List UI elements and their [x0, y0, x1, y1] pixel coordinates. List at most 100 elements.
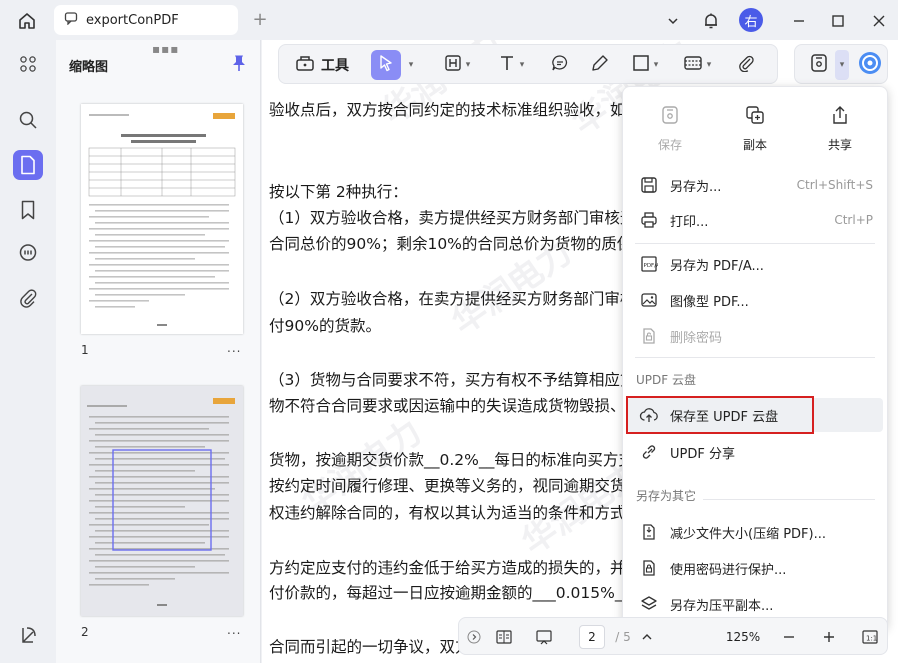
zoom-out-icon[interactable]	[779, 626, 799, 648]
tools-button[interactable]: 工具	[287, 50, 357, 80]
close-icon[interactable]	[866, 8, 892, 34]
panel-title: 缩略图	[69, 60, 109, 75]
doc-line: （1）双方验收合格，卖方提供经买方财务部门审核无误的全	[269, 209, 682, 227]
menu-save-as-label: 另存为...	[670, 179, 722, 195]
menu-flatten-copy-label: 另存为压平副本...	[670, 598, 774, 614]
menu-protect-password-label: 使用密码进行保护...	[670, 562, 787, 578]
bookmark-icon[interactable]	[13, 195, 43, 225]
doc-line: 物不符合合同要求或因运输中的失误造成货物毁损、灭失	[269, 397, 657, 415]
page-nav-bar: 2 / 5 125% 1:1	[458, 617, 888, 655]
menu-remove-password[interactable]: 删除密码	[627, 319, 883, 353]
menu-share-button[interactable]: 共享	[810, 105, 870, 153]
page-thumbnail-1[interactable]	[81, 104, 243, 334]
printer-icon	[638, 209, 660, 231]
title-bar: exportConPDF + 右	[0, 0, 898, 40]
page-icon[interactable]	[13, 150, 43, 180]
bell-icon[interactable]	[698, 8, 724, 34]
select-tool-dropdown[interactable]: ▾	[403, 50, 415, 80]
chevron-down-icon[interactable]	[660, 8, 686, 34]
svg-text:PDF/A: PDF/A	[644, 263, 659, 269]
chat-bubble-icon	[64, 11, 78, 29]
new-tab-plus-icon[interactable]: +	[250, 9, 270, 31]
page-number-1: 1	[81, 343, 89, 357]
menu-image-pdf-label: 图像型 PDF...	[670, 294, 749, 310]
menu-remove-password-label: 删除密码	[670, 330, 723, 346]
shape-tool[interactable]: ▾	[625, 50, 665, 80]
menu-section-cloud: UPDF 云盘	[636, 373, 696, 387]
menu-image-pdf[interactable]: 图像型 PDF...	[627, 283, 883, 317]
pdfa-icon: PDF/A	[638, 253, 660, 275]
svg-text:1:1: 1:1	[866, 635, 877, 643]
attach-tool[interactable]	[731, 50, 761, 80]
lock-file-icon	[638, 557, 660, 579]
menu-copy-button[interactable]: 副本	[725, 105, 785, 153]
pen-tool[interactable]	[585, 50, 615, 80]
menu-flatten-copy[interactable]: 另存为压平副本...	[627, 587, 883, 621]
fit-page-icon[interactable]: 1:1	[859, 626, 881, 648]
menu-share-label: 共享	[827, 138, 852, 152]
page-thumbnail-2[interactable]	[81, 386, 243, 616]
search-icon[interactable]	[13, 105, 43, 135]
layers-icon[interactable]	[13, 620, 43, 650]
page-1-more-button[interactable]: ...	[227, 341, 241, 355]
pen-icon	[591, 54, 609, 76]
page-layout-icon[interactable]	[493, 626, 515, 648]
minimize-icon[interactable]	[786, 8, 812, 34]
doc-line: 合同总价的90%；剩余10%的合同总价为货物的质保金，待	[269, 235, 679, 253]
menu-print-label: 打印...	[670, 214, 709, 230]
chevron-down-icon: ▾	[706, 60, 712, 70]
zoom-level[interactable]: 125%	[725, 625, 761, 649]
text-tool[interactable]: ▾	[491, 50, 531, 80]
drag-handle[interactable]: ▪▪▪	[152, 42, 179, 56]
share-upload-icon	[830, 106, 850, 129]
menu-top-actions: 保存 副本 共享	[623, 87, 887, 159]
doc-line: 权违约解除合同的，有权以其认为适当的条件和方式购买	[269, 504, 657, 522]
menu-divider	[703, 499, 875, 500]
attachment-icon[interactable]	[13, 283, 43, 313]
current-page-input[interactable]: 2	[579, 625, 605, 649]
flatten-layers-icon	[638, 593, 660, 615]
save-dropdown-toggle[interactable]: ▾	[835, 50, 849, 80]
zoom-in-icon[interactable]	[819, 626, 839, 648]
save-menu: 保存 副本 共享 另存为... Ctrl+Shift+S 打印... Ctrl+…	[622, 86, 888, 630]
save-toolbar: ▾	[794, 44, 888, 84]
doc-line: 方约定应支付的违约金低于给买方造成的损失的，并应就	[269, 559, 657, 577]
collapse-arrow-icon[interactable]	[465, 626, 483, 648]
menu-save-as[interactable]: 另存为... Ctrl+Shift+S	[627, 168, 883, 202]
menu-save-pdfa[interactable]: PDF/A 另存为 PDF/A...	[627, 247, 883, 281]
comment-tool[interactable]	[545, 50, 575, 80]
avatar[interactable]: 右	[739, 8, 763, 32]
page-number-2: 2	[81, 625, 89, 639]
menu-updf-share[interactable]: UPDF 分享	[627, 435, 883, 469]
presentation-icon[interactable]	[533, 626, 555, 648]
chevron-down-icon: ▾	[839, 60, 845, 70]
page-2-more-button[interactable]: ...	[227, 623, 241, 637]
highlight-tool[interactable]: ▾	[437, 50, 477, 80]
page-up-icon[interactable]	[637, 626, 657, 648]
tools-label: 工具	[321, 58, 349, 74]
pin-icon[interactable]	[231, 54, 247, 76]
document-tab[interactable]: exportConPDF	[54, 5, 238, 35]
menu-section-other: 另存为其它	[636, 489, 697, 503]
select-tool[interactable]	[371, 50, 401, 80]
home-icon[interactable]	[14, 8, 40, 34]
save-button[interactable]	[807, 50, 831, 80]
ai-logo-icon	[858, 51, 882, 79]
unlock-file-icon	[638, 325, 660, 347]
menu-copy-label: 副本	[742, 138, 767, 152]
doc-line: 按约定时间履行修理、更换等义务的，视同逾期交货处理（	[269, 477, 673, 495]
ai-assistant-button[interactable]	[857, 50, 883, 80]
doc-line: 合同而引起的一切争议，双方应	[269, 638, 487, 656]
speech-bubble-icon	[551, 54, 569, 76]
menu-protect-password[interactable]: 使用密码进行保护...	[627, 551, 883, 585]
stamp-tool[interactable]: ▾	[677, 50, 717, 80]
chevron-down-icon: ▾	[465, 60, 471, 70]
menu-save-button[interactable]: 保存	[640, 105, 700, 153]
thumbnails-grid-icon[interactable]	[13, 49, 43, 79]
maximize-icon[interactable]	[825, 8, 851, 34]
menu-updf-share-label: UPDF 分享	[670, 446, 735, 462]
toolbox-icon	[295, 54, 315, 76]
menu-print[interactable]: 打印... Ctrl+P	[627, 203, 883, 237]
menu-reduce-size[interactable]: 减少文件大小(压缩 PDF)...	[627, 515, 883, 549]
comment-icon[interactable]	[13, 238, 43, 268]
